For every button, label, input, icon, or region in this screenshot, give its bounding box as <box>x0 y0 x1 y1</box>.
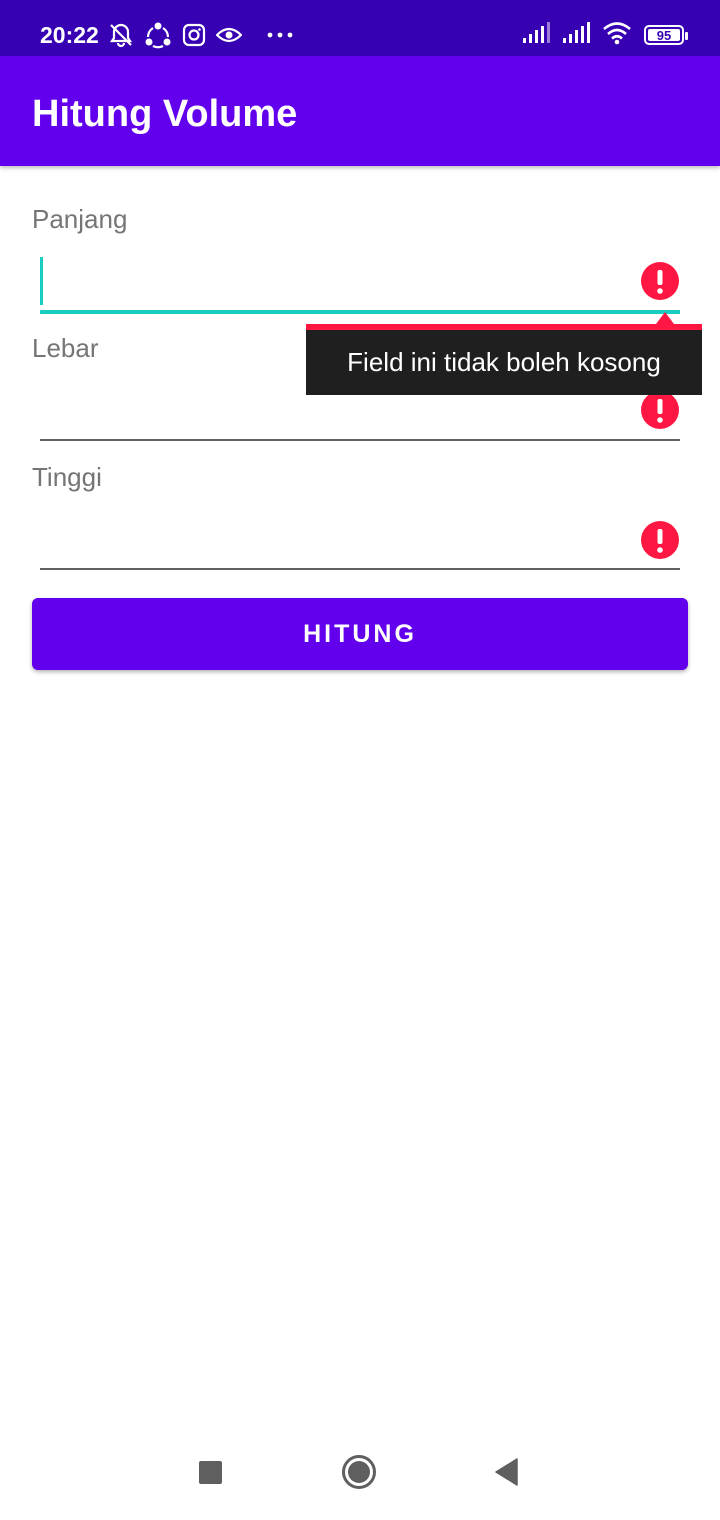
panjang-label: Panjang <box>32 204 128 234</box>
tooltip-arrow <box>656 312 674 324</box>
instagram-icon <box>182 23 206 47</box>
wifi-icon <box>602 21 632 50</box>
recent-apps-icon[interactable] <box>199 1461 222 1484</box>
battery-level: 95 <box>656 27 672 43</box>
signal-icon <box>562 21 590 49</box>
tinggi-label: Tinggi <box>32 462 102 492</box>
panjang-underline <box>40 310 680 314</box>
page-title: Hitung Volume <box>32 93 298 135</box>
panjang-input[interactable] <box>40 255 680 309</box>
more-icon <box>266 31 294 39</box>
home-icon[interactable] <box>341 1454 377 1490</box>
text-cursor <box>40 257 43 305</box>
app-bar: Hitung Volume <box>0 56 720 166</box>
lebar-underline <box>40 439 680 441</box>
alarm-off-icon <box>108 22 134 48</box>
hitung-button[interactable]: HITUNG <box>32 598 688 670</box>
eye-icon <box>216 25 242 45</box>
status-right-icons: 95 <box>522 20 688 50</box>
tinggi-input[interactable] <box>40 513 680 567</box>
tinggi-underline <box>40 568 680 570</box>
error-icon <box>641 391 679 429</box>
error-icon <box>641 262 679 300</box>
battery-icon: 95 <box>644 25 688 45</box>
share-icon <box>144 21 172 49</box>
lebar-label: Lebar <box>32 333 99 363</box>
back-icon[interactable] <box>494 1458 518 1486</box>
status-time: 20:22 <box>40 22 99 48</box>
status-bar: 20:22 95 <box>0 0 720 56</box>
signal-icon <box>522 21 550 49</box>
status-left-icons <box>108 20 294 50</box>
error-tooltip: Field ini tidak boleh kosong <box>306 330 702 395</box>
error-icon <box>641 521 679 559</box>
